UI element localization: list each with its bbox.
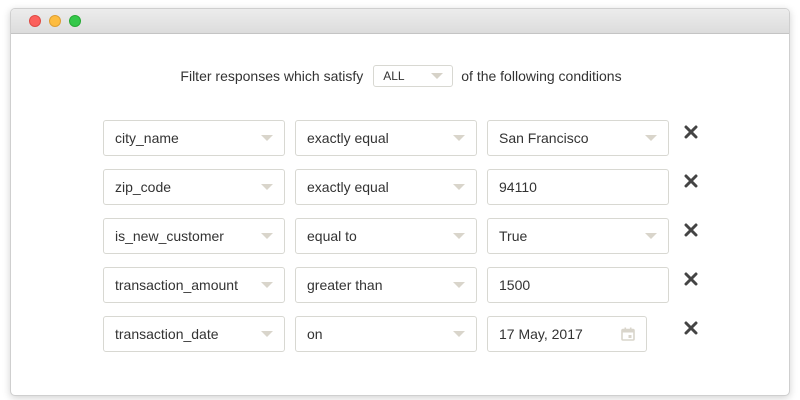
close-icon [684,174,698,188]
operator-select[interactable]: greater than [295,267,477,303]
remove-condition-button[interactable] [679,169,703,193]
date-value: 17 May, 2017 [499,326,583,342]
filter-suffix-text: of the following conditions [461,68,622,84]
window-maximize-button[interactable] [69,15,81,27]
remove-condition-button[interactable] [679,218,703,242]
operator-select-value: on [307,326,323,342]
value-input[interactable]: 1500 [487,267,669,303]
operator-select[interactable]: exactly equal [295,120,477,156]
condition-row: zip_code exactly equal 94110 [103,169,723,205]
app-window: Filter responses which satisfy ALL of th… [10,8,790,396]
chevron-down-icon [453,233,465,239]
value-select[interactable]: San Francisco [487,120,669,156]
condition-row: is_new_customer equal to True [103,218,723,254]
field-select[interactable]: is_new_customer [103,218,285,254]
filter-match-line: Filter responses which satisfy ALL of th… [11,64,789,88]
window-close-button[interactable] [29,15,41,27]
chevron-down-icon [261,282,273,288]
chevron-down-icon [261,184,273,190]
field-select-value: transaction_date [115,326,219,342]
operator-select[interactable]: exactly equal [295,169,477,205]
close-icon [684,223,698,237]
window-minimize-button[interactable] [49,15,61,27]
operator-select[interactable]: equal to [295,218,477,254]
calendar-icon[interactable] [621,327,635,341]
operator-select-value: exactly equal [307,179,389,195]
close-icon [684,272,698,286]
operator-select-value: equal to [307,228,357,244]
operator-select-value: greater than [307,277,383,293]
date-picker-input[interactable]: 17 May, 2017 [487,316,647,352]
chevron-down-icon [645,233,657,239]
field-select-value: is_new_customer [115,228,224,244]
operator-select[interactable]: on [295,316,477,352]
value-select-value: San Francisco [499,130,589,146]
field-select[interactable]: zip_code [103,169,285,205]
field-select[interactable]: transaction_date [103,316,285,352]
chevron-down-icon [261,331,273,337]
remove-condition-button[interactable] [679,316,703,340]
field-select-value: zip_code [115,179,172,195]
chevron-down-icon [645,135,657,141]
value-input-text: 1500 [499,277,531,293]
chevron-down-icon [453,331,465,337]
value-input[interactable]: 94110 [487,169,669,205]
close-icon [684,125,698,139]
condition-list: city_name exactly equal San Francisco zi… [103,120,723,365]
field-select[interactable]: transaction_amount [103,267,285,303]
value-select[interactable]: True [487,218,669,254]
condition-row: transaction_date on 17 May, 2017 [103,316,723,352]
chevron-down-icon [431,73,444,79]
field-select[interactable]: city_name [103,120,285,156]
title-bar [11,9,789,34]
field-select-value: city_name [115,130,179,146]
chevron-down-icon [453,184,465,190]
match-mode-select[interactable]: ALL [373,65,454,87]
condition-row: transaction_amount greater than 1500 [103,267,723,303]
value-select-value: True [499,228,528,244]
chevron-down-icon [453,135,465,141]
chevron-down-icon [261,233,273,239]
filter-prefix-text: Filter responses which satisfy [180,68,364,84]
field-select-value: transaction_amount [115,277,238,293]
operator-select-value: exactly equal [307,130,389,146]
match-mode-value: ALL [383,69,405,83]
remove-condition-button[interactable] [679,267,703,291]
close-icon [684,321,698,335]
remove-condition-button[interactable] [679,120,703,144]
value-input-text: 94110 [499,179,537,195]
chevron-down-icon [261,135,273,141]
chevron-down-icon [453,282,465,288]
condition-row: city_name exactly equal San Francisco [103,120,723,156]
